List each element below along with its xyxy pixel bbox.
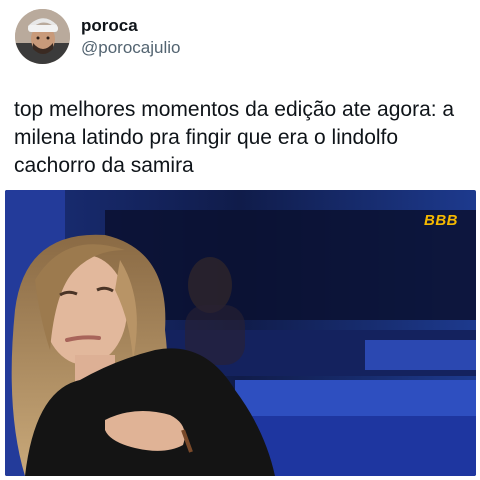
tweet-card: poroca @porocajulio top melhores momento… [0,0,480,480]
avatar-photo [15,9,70,64]
tweet-text-line: milena latindo pra fingir que era o lind… [14,126,399,149]
tweet-text-line: cachorro da samira [14,154,194,177]
bbb-watermark-logo: BBB [424,212,458,229]
tweet-media[interactable]: BBB [5,190,476,476]
media-frame-image [5,190,476,476]
tweet-text-line: top melhores momentos da edição ate agor… [14,98,455,121]
author-names: poroca @porocajulio [81,15,180,59]
avatar[interactable] [15,9,70,64]
tweet-text: top melhores momentos da edição ate agor… [14,96,469,180]
display-name[interactable]: poroca [81,15,180,37]
user-handle[interactable]: @porocajulio [81,37,180,59]
tweet-header: poroca @porocajulio [15,9,180,64]
